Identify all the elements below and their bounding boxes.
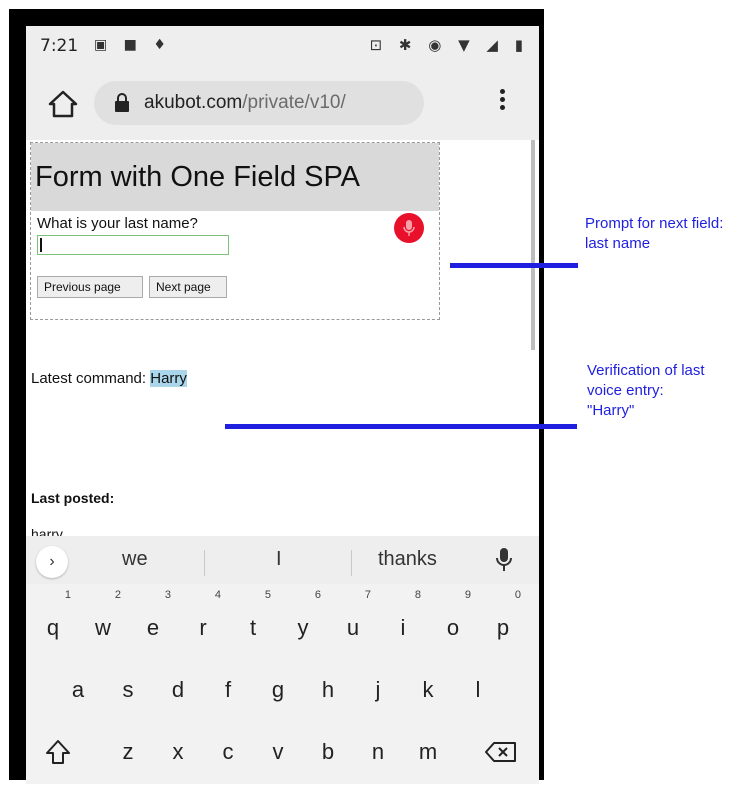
url-domain: akubot.com: [144, 92, 243, 113]
phone-screen: 7:21 ▣ ■ ♦ ⊡ ✱ ◉ ▼ ◢ ▮ akubot.com/privat…: [26, 26, 539, 784]
latest-command: Latest command: Harry: [31, 370, 187, 387]
key-k[interactable]: k: [408, 666, 448, 714]
suggestion-2[interactable]: I: [276, 548, 282, 571]
annotation-prompt-line: [450, 263, 578, 268]
key-c[interactable]: c: [208, 728, 248, 776]
keyboard-mic-icon[interactable]: [496, 548, 512, 572]
previous-page-button[interactable]: Previous page: [37, 276, 143, 298]
last-name-input[interactable]: [37, 235, 229, 255]
url-text: akubot.com/private/v10/: [144, 92, 346, 114]
suggestion-divider: [204, 550, 205, 576]
system-status-icons: ⊡ ✱ ◉ ▼ ◢ ▮: [369, 36, 529, 54]
form-container: Form with One Field SPA What is your las…: [30, 142, 440, 320]
microphone-icon: [403, 220, 415, 236]
latest-command-label: Latest command:: [31, 370, 151, 387]
key-b[interactable]: b: [308, 728, 348, 776]
annotation-prompt-line2: last name: [585, 235, 651, 252]
key-l[interactable]: l: [458, 666, 498, 714]
next-page-button[interactable]: Next page: [149, 276, 227, 298]
latest-command-value: Harry: [150, 370, 187, 387]
key-u[interactable]: u7: [333, 590, 373, 652]
question-label: What is your last name?: [37, 215, 198, 232]
key-v[interactable]: v: [258, 728, 298, 776]
annotation-verification-line3: "Harry": [587, 402, 635, 419]
key-d[interactable]: d: [158, 666, 198, 714]
suggestion-3[interactable]: thanks: [378, 548, 437, 571]
page-scrollbar[interactable]: [531, 140, 535, 350]
key-y[interactable]: y6: [283, 590, 323, 652]
last-posted-label: Last posted:: [31, 490, 115, 506]
lock-icon: [115, 93, 129, 112]
key-o[interactable]: o9: [433, 590, 473, 652]
key-i[interactable]: i8: [383, 590, 423, 652]
form-title: Form with One Field SPA: [31, 143, 439, 211]
phone-frame: 7:21 ▣ ■ ♦ ⊡ ✱ ◉ ▼ ◢ ▮ akubot.com/privat…: [9, 9, 544, 784]
browser-toolbar: akubot.com/private/v10/: [26, 64, 539, 140]
address-bar[interactable]: akubot.com/private/v10/: [94, 81, 424, 125]
key-n[interactable]: n: [358, 728, 398, 776]
key-f[interactable]: f: [208, 666, 248, 714]
url-path: /private/v10/: [242, 92, 346, 113]
web-content: Form with One Field SPA What is your las…: [26, 140, 539, 544]
text-cursor: [40, 238, 42, 252]
annotation-prompt: Prompt for next field: last name: [585, 214, 723, 254]
annotation-verification-line1: Verification of last: [587, 362, 705, 379]
key-s[interactable]: s: [108, 666, 148, 714]
soft-keyboard: › we I thanks q1 w2 e3 r4 t5 y6 u7 i8 o …: [26, 536, 539, 784]
key-q[interactable]: q1: [33, 590, 73, 652]
backspace-key[interactable]: [481, 728, 521, 776]
key-x[interactable]: x: [158, 728, 198, 776]
expand-suggestions-icon[interactable]: ›: [36, 546, 68, 578]
key-h[interactable]: h: [308, 666, 348, 714]
suggestion-strip: › we I thanks: [26, 536, 539, 584]
key-j[interactable]: j: [358, 666, 398, 714]
key-r[interactable]: r4: [183, 590, 223, 652]
key-a[interactable]: a: [58, 666, 98, 714]
suggestion-1[interactable]: we: [122, 548, 148, 571]
annotation-prompt-line1: Prompt for next field:: [585, 215, 724, 232]
key-w[interactable]: w2: [83, 590, 123, 652]
annotation-verification-line2: voice entry:: [587, 382, 664, 399]
status-bar: 7:21 ▣ ■ ♦ ⊡ ✱ ◉ ▼ ◢ ▮: [26, 26, 539, 64]
key-t[interactable]: t5: [233, 590, 273, 652]
key-p[interactable]: p0: [483, 590, 523, 652]
key-e[interactable]: e3: [133, 590, 173, 652]
annotation-verification: Verification of last voice entry: "Harry…: [587, 361, 705, 421]
annotation-verification-line: [225, 424, 577, 429]
home-icon[interactable]: [48, 90, 78, 118]
shift-key[interactable]: [38, 728, 78, 776]
suggestion-divider: [351, 550, 352, 576]
notification-icons: ▣ ■ ♦: [94, 37, 172, 53]
overflow-menu-icon[interactable]: [496, 86, 508, 120]
shift-icon: [46, 740, 70, 764]
key-z[interactable]: z: [108, 728, 148, 776]
backspace-icon: [485, 742, 516, 762]
key-g[interactable]: g: [258, 666, 298, 714]
voice-input-button[interactable]: [394, 213, 424, 243]
status-time: 7:21: [40, 36, 79, 56]
key-m[interactable]: m: [408, 728, 448, 776]
